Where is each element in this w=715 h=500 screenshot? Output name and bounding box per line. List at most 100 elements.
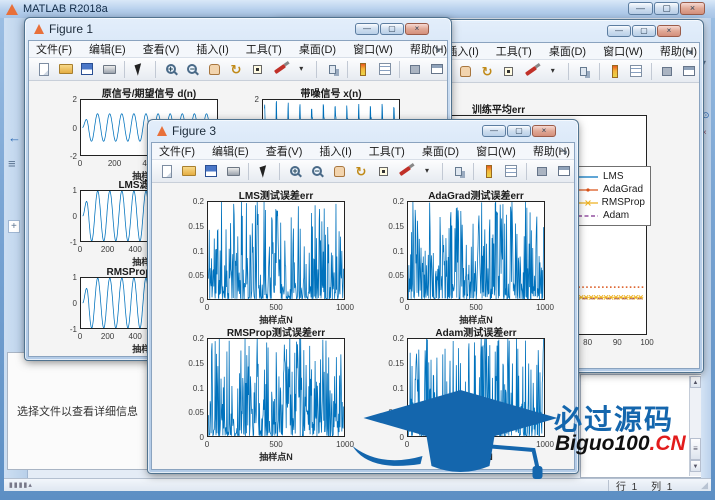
menu-item-帮助H[interactable]: 帮助(H) bbox=[410, 41, 447, 57]
search-icon[interactable]: ⊙ bbox=[702, 110, 710, 121]
close-button[interactable]: × bbox=[532, 125, 556, 137]
menu-item-桌面D[interactable]: 桌面(D) bbox=[549, 43, 586, 59]
close-button[interactable]: × bbox=[680, 2, 705, 15]
figure3-window-buttons: —▢× bbox=[482, 125, 556, 137]
link-plot-icon bbox=[329, 65, 336, 74]
rotate-3d-icon[interactable]: ↻ bbox=[477, 62, 497, 81]
menu-item-文件F[interactable]: 文件(F) bbox=[36, 41, 72, 57]
minimize-button[interactable]: — bbox=[355, 23, 379, 35]
y-tick: 0 bbox=[53, 299, 77, 308]
menu-item-窗口W[interactable]: 窗口(W) bbox=[476, 143, 516, 159]
zoom-in-icon[interactable]: + bbox=[161, 60, 181, 79]
brush-icon bbox=[525, 66, 537, 76]
new-figure-icon[interactable] bbox=[34, 60, 54, 79]
hide-plot-tools-icon[interactable] bbox=[532, 162, 552, 181]
minimize-button[interactable]: — bbox=[628, 2, 653, 15]
print-figure-icon[interactable] bbox=[223, 162, 243, 181]
menu-item-文件F[interactable]: 文件(F) bbox=[159, 143, 195, 159]
menu-item-工具T[interactable]: 工具(T) bbox=[496, 43, 532, 59]
dock-figure-icon[interactable]: ↘ bbox=[560, 146, 568, 157]
menu-item-窗口W[interactable]: 窗口(W) bbox=[603, 43, 643, 59]
menu-item-编辑E[interactable]: 编辑(E) bbox=[212, 143, 249, 159]
edit-plot-icon[interactable] bbox=[254, 162, 274, 181]
maximize-button[interactable]: ▢ bbox=[507, 125, 531, 137]
maximize-button[interactable]: ▢ bbox=[632, 25, 656, 37]
scrollbar[interactable]: ▲ ≡ ▼ bbox=[689, 376, 701, 476]
pan-icon[interactable] bbox=[204, 60, 224, 79]
figure1-toolbar: +− ↻ ▾ bbox=[29, 58, 447, 81]
pan-icon[interactable] bbox=[455, 62, 475, 81]
save-figure-icon bbox=[81, 63, 93, 75]
y-tick: 0.2 bbox=[380, 197, 404, 206]
maximize-button[interactable]: ▢ bbox=[654, 2, 679, 15]
edit-plot-icon[interactable] bbox=[130, 60, 150, 79]
data-cursor-icon[interactable] bbox=[373, 162, 393, 181]
link-plot-icon[interactable] bbox=[322, 60, 342, 79]
data-cursor-icon[interactable] bbox=[499, 62, 519, 81]
brush-icon[interactable] bbox=[270, 60, 290, 79]
hide-plot-tools-icon[interactable] bbox=[405, 60, 425, 79]
legend-label: AdaGrad bbox=[603, 184, 643, 195]
rotate-3d-icon[interactable]: ↻ bbox=[351, 162, 371, 181]
menu-item-编辑E[interactable]: 编辑(E) bbox=[89, 41, 126, 57]
insert-legend-icon[interactable] bbox=[501, 162, 521, 181]
data-cursor-icon[interactable] bbox=[248, 60, 268, 79]
menu-item-插入I[interactable]: 插入(I) bbox=[446, 43, 478, 59]
brush-dropdown-icon[interactable]: ▾ bbox=[417, 162, 437, 181]
save-figure-icon[interactable] bbox=[201, 162, 221, 181]
back-arrow-icon[interactable]: ← bbox=[8, 130, 21, 145]
brush-dropdown-icon[interactable]: ▾ bbox=[291, 60, 311, 79]
link-plot-icon[interactable] bbox=[574, 62, 594, 81]
insert-legend-icon[interactable] bbox=[375, 60, 395, 79]
rotate-3d-icon[interactable]: ↻ bbox=[226, 60, 246, 79]
menu-item-插入I[interactable]: 插入(I) bbox=[319, 143, 351, 159]
save-figure-icon[interactable] bbox=[78, 60, 98, 79]
minimize-button[interactable]: — bbox=[607, 25, 631, 37]
zoom-out-icon[interactable]: − bbox=[307, 162, 327, 181]
insert-legend-icon[interactable] bbox=[626, 62, 646, 81]
show-plot-tools-icon[interactable] bbox=[427, 60, 447, 79]
print-figure-icon[interactable] bbox=[99, 60, 119, 79]
dock-figure-icon[interactable]: ↘ bbox=[433, 44, 441, 55]
link-plot-icon[interactable] bbox=[448, 162, 468, 181]
insert-colorbar-icon[interactable] bbox=[353, 60, 373, 79]
show-plot-tools-icon[interactable] bbox=[679, 62, 699, 81]
menu-item-插入I[interactable]: 插入(I) bbox=[196, 41, 228, 57]
brush-icon[interactable] bbox=[521, 62, 541, 81]
menu-item-查看V[interactable]: 查看(V) bbox=[266, 143, 303, 159]
dock-figure-icon[interactable]: ↘ bbox=[685, 46, 693, 57]
brush-dropdown-icon[interactable]: ▾ bbox=[543, 62, 563, 81]
menu-item-桌面D[interactable]: 桌面(D) bbox=[422, 143, 459, 159]
menu-item-窗口W[interactable]: 窗口(W) bbox=[353, 41, 393, 57]
insert-colorbar-icon[interactable] bbox=[605, 62, 625, 81]
resize-grip-icon[interactable]: ◢ bbox=[701, 480, 708, 491]
hide-plot-tools-icon[interactable] bbox=[657, 62, 677, 81]
scroll-up-icon[interactable]: ▲ bbox=[690, 376, 701, 388]
menu-item-桌面D[interactable]: 桌面(D) bbox=[299, 41, 336, 57]
statusbar-grip-icon[interactable]: ▮▮▮▮▴ bbox=[9, 481, 33, 489]
insert-colorbar-icon[interactable] bbox=[479, 162, 499, 181]
zoom-in-icon[interactable]: + bbox=[285, 162, 305, 181]
menu-item-工具T[interactable]: 工具(T) bbox=[369, 143, 405, 159]
pan-icon[interactable] bbox=[329, 162, 349, 181]
legend-entry-rmsprop: RMSProp bbox=[577, 196, 645, 209]
list-icon[interactable]: ≡ bbox=[8, 156, 16, 171]
menu-item-查看V[interactable]: 查看(V) bbox=[143, 41, 180, 57]
minimize-button[interactable]: — bbox=[482, 125, 506, 137]
new-figure-icon bbox=[162, 165, 172, 178]
scroll-thumb[interactable]: ≡ bbox=[690, 438, 701, 460]
show-plot-tools-icon[interactable] bbox=[554, 162, 574, 181]
hide-plot-tools-icon bbox=[662, 67, 672, 76]
close-button[interactable]: × bbox=[657, 25, 681, 37]
brush-icon[interactable] bbox=[395, 162, 415, 181]
menu-item-工具T[interactable]: 工具(T) bbox=[246, 41, 282, 57]
open-file-icon[interactable] bbox=[179, 162, 199, 181]
open-file-icon[interactable] bbox=[56, 60, 76, 79]
expand-plus-icon[interactable]: + bbox=[8, 220, 20, 233]
maximize-button[interactable]: ▢ bbox=[380, 23, 404, 35]
close-button[interactable]: × bbox=[405, 23, 429, 35]
new-figure-icon[interactable] bbox=[157, 162, 177, 181]
scroll-down-icon[interactable]: ▼ bbox=[690, 460, 701, 472]
zoom-out-icon[interactable]: − bbox=[183, 60, 203, 79]
y-tick: 0.15 bbox=[380, 222, 404, 231]
